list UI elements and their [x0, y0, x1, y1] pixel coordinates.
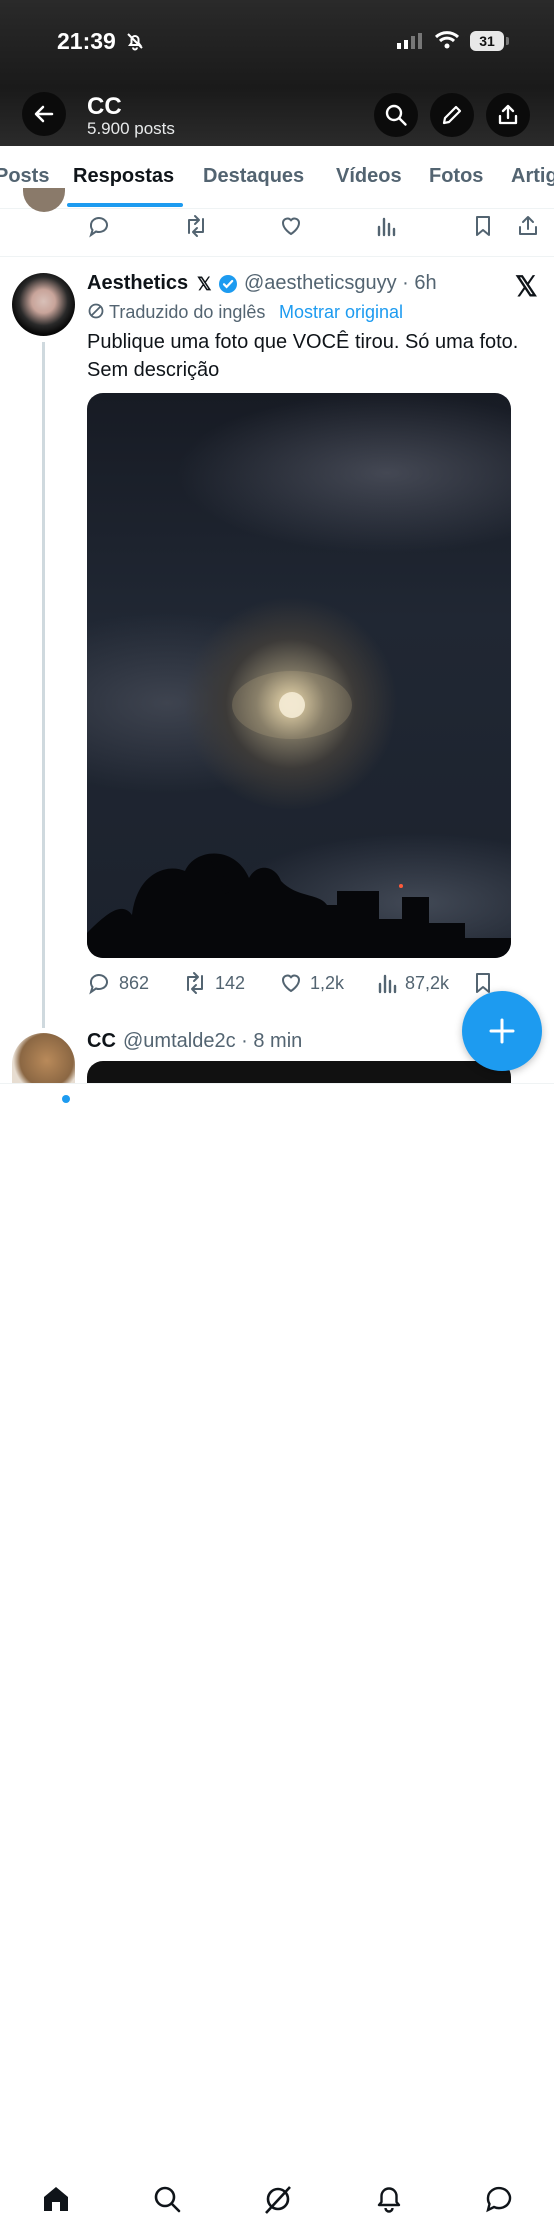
- battery-cap: [506, 37, 509, 45]
- compose-button[interactable]: [462, 991, 542, 1071]
- tab-posts[interactable]: Posts: [0, 165, 49, 188]
- profile-header: 21:39 31 CC 5.900 posts: [0, 0, 554, 146]
- arrow-left-icon: [34, 105, 54, 123]
- views-icon[interactable]: [376, 971, 400, 995]
- repost-count: 142: [215, 973, 246, 993]
- home-icon[interactable]: [40, 2183, 72, 2215]
- status-time: 21:39: [57, 28, 116, 54]
- bell-slash-icon: [127, 33, 143, 51]
- x-logo-icon: 𝕏: [515, 271, 538, 302]
- pencil-icon: [442, 105, 462, 125]
- share-icon: [498, 104, 518, 125]
- share-button[interactable]: [486, 93, 530, 137]
- signal-icon: [397, 33, 422, 49]
- post-text: Publique uma foto que VOCÊ tirou. Só uma…: [87, 331, 519, 381]
- author-avatar[interactable]: [12, 273, 75, 336]
- like-icon[interactable]: [279, 971, 303, 995]
- post-count: 5.900 posts: [87, 119, 175, 138]
- search-icon[interactable]: [151, 2183, 183, 2215]
- search-button[interactable]: [374, 93, 418, 137]
- next-post-avatar[interactable]: [12, 1033, 75, 1083]
- next-post-handle[interactable]: @umtalde2c · 8 min: [123, 1030, 302, 1053]
- home-notification-dot: [62, 1095, 70, 1103]
- active-tab-indicator: [67, 203, 183, 207]
- show-original-link[interactable]: Mostrar original: [279, 302, 403, 323]
- post-photo[interactable]: [87, 393, 511, 958]
- views-icon[interactable]: [375, 214, 399, 238]
- x-affiliate-badge: 𝕏: [197, 274, 212, 294]
- author-name[interactable]: Aesthetics: [87, 272, 188, 295]
- grok-icon[interactable]: [262, 2183, 294, 2215]
- messages-icon[interactable]: [483, 2183, 515, 2215]
- tab-artigos[interactable]: Artigos: [511, 165, 554, 188]
- verified-icon: [219, 275, 237, 293]
- notifications-icon[interactable]: [373, 2183, 405, 2215]
- reply-icon[interactable]: [87, 214, 111, 238]
- reply-icon[interactable]: [87, 971, 111, 995]
- profile-tabs: Posts Respostas Destaques Vídeos Fotos A…: [0, 146, 554, 209]
- tab-respostas[interactable]: Respostas: [73, 165, 174, 188]
- bookmark-icon[interactable]: [471, 214, 495, 238]
- edit-button[interactable]: [430, 93, 474, 137]
- like-count: 1,2k: [310, 973, 345, 993]
- night-sky-photo: [87, 671, 511, 958]
- author-handle[interactable]: @aestheticsguyy · 6h: [244, 272, 437, 295]
- tab-videos[interactable]: Vídeos: [336, 165, 402, 188]
- previous-post-actions: [0, 208, 554, 257]
- like-icon[interactable]: [279, 214, 303, 238]
- plus-icon: [489, 1018, 515, 1044]
- profile-name: CC: [87, 93, 122, 120]
- reply-count: 862: [119, 973, 150, 993]
- repost-icon[interactable]: [182, 971, 208, 995]
- thread-line: [42, 342, 45, 1028]
- post-actions: [0, 962, 554, 1002]
- share-icon[interactable]: [516, 214, 540, 238]
- battery-indicator: 31: [470, 31, 504, 51]
- view-count: 87,2k: [405, 973, 450, 993]
- bottom-navigation: [0, 1083, 554, 2214]
- wifi-icon: [434, 31, 460, 49]
- back-button[interactable]: [22, 92, 66, 136]
- tab-fotos[interactable]: Fotos: [429, 165, 483, 188]
- translate-icon: [88, 303, 104, 319]
- search-icon: [385, 104, 407, 126]
- tab-destaques[interactable]: Destaques: [203, 165, 304, 188]
- translated-label: Traduzido do inglês: [109, 302, 266, 322]
- repost-icon[interactable]: [183, 214, 209, 238]
- next-post-author[interactable]: CC: [87, 1030, 116, 1053]
